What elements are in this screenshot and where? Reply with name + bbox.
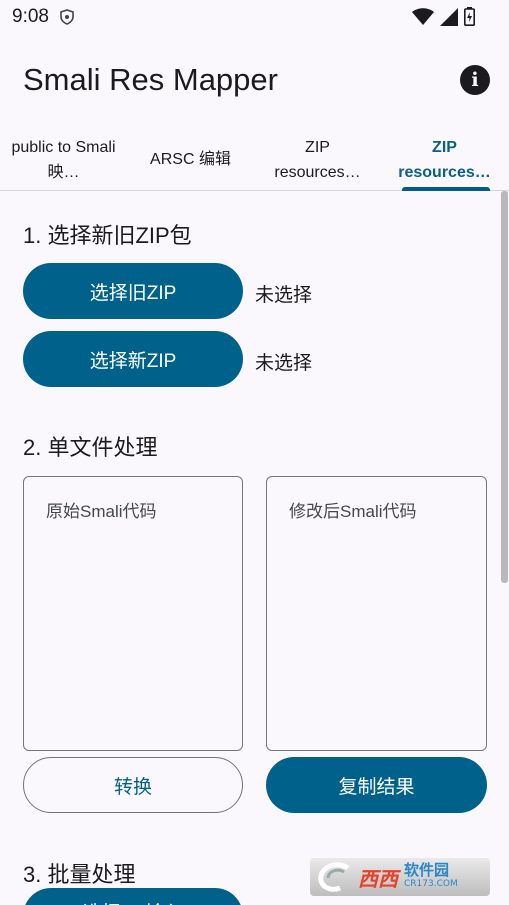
tab-indicator xyxy=(402,187,490,191)
section2-title: 2. 单文件处理 xyxy=(23,435,158,460)
modified-smali-placeholder: 修改后Smali代码 xyxy=(289,502,417,521)
original-smali-input[interactable]: 原始Smali代码 xyxy=(23,476,243,751)
wifi-icon xyxy=(412,7,434,30)
select-new-zip-button[interactable]: 选择新ZIP xyxy=(23,331,243,387)
status-time: 9:08 xyxy=(12,6,49,27)
scrollbar[interactable] xyxy=(501,191,508,583)
section1-title: 1. 选择新旧ZIP包 xyxy=(23,223,192,248)
batch-select-button[interactable]: 选择… 输入 xyxy=(23,888,243,905)
watermark-logo: 西西 软件园 CR173.COM xyxy=(310,858,490,896)
logo-swirl-icon xyxy=(318,862,350,892)
watermark-line1: 软件园 xyxy=(404,861,450,879)
modified-smali-output[interactable]: 修改后Smali代码 xyxy=(266,476,487,751)
tab-zip-resources-1[interactable]: ZIP resources… xyxy=(254,128,381,191)
signal-icon xyxy=(440,7,458,30)
watermark-main: 西西 xyxy=(358,868,398,891)
tab-arsc-edit[interactable]: ARSC 编辑 xyxy=(127,128,254,191)
shield-icon xyxy=(60,9,74,29)
new-zip-status: 未选择 xyxy=(255,353,313,374)
app-title: Smali Res Mapper xyxy=(23,62,278,97)
select-old-zip-button[interactable]: 选择旧ZIP xyxy=(23,263,243,319)
tab-zip-resources-2[interactable]: ZIP resources… xyxy=(381,128,508,191)
section3-title: 3. 批量处理 xyxy=(23,862,136,887)
tab-public-to-smali[interactable]: public to Smali 映… xyxy=(0,128,127,191)
old-zip-status: 未选择 xyxy=(255,285,313,306)
watermark-line2: CR173.COM xyxy=(404,879,458,889)
copy-result-button[interactable]: 复制结果 xyxy=(266,757,487,813)
original-smali-placeholder: 原始Smali代码 xyxy=(46,502,157,521)
convert-button[interactable]: 转换 xyxy=(23,757,243,813)
info-icon[interactable]: i xyxy=(460,65,490,95)
tab-bar: public to Smali 映… ARSC 编辑 ZIP resources… xyxy=(0,128,509,191)
status-bar: 9:08 xyxy=(0,0,509,36)
battery-icon xyxy=(464,7,475,30)
